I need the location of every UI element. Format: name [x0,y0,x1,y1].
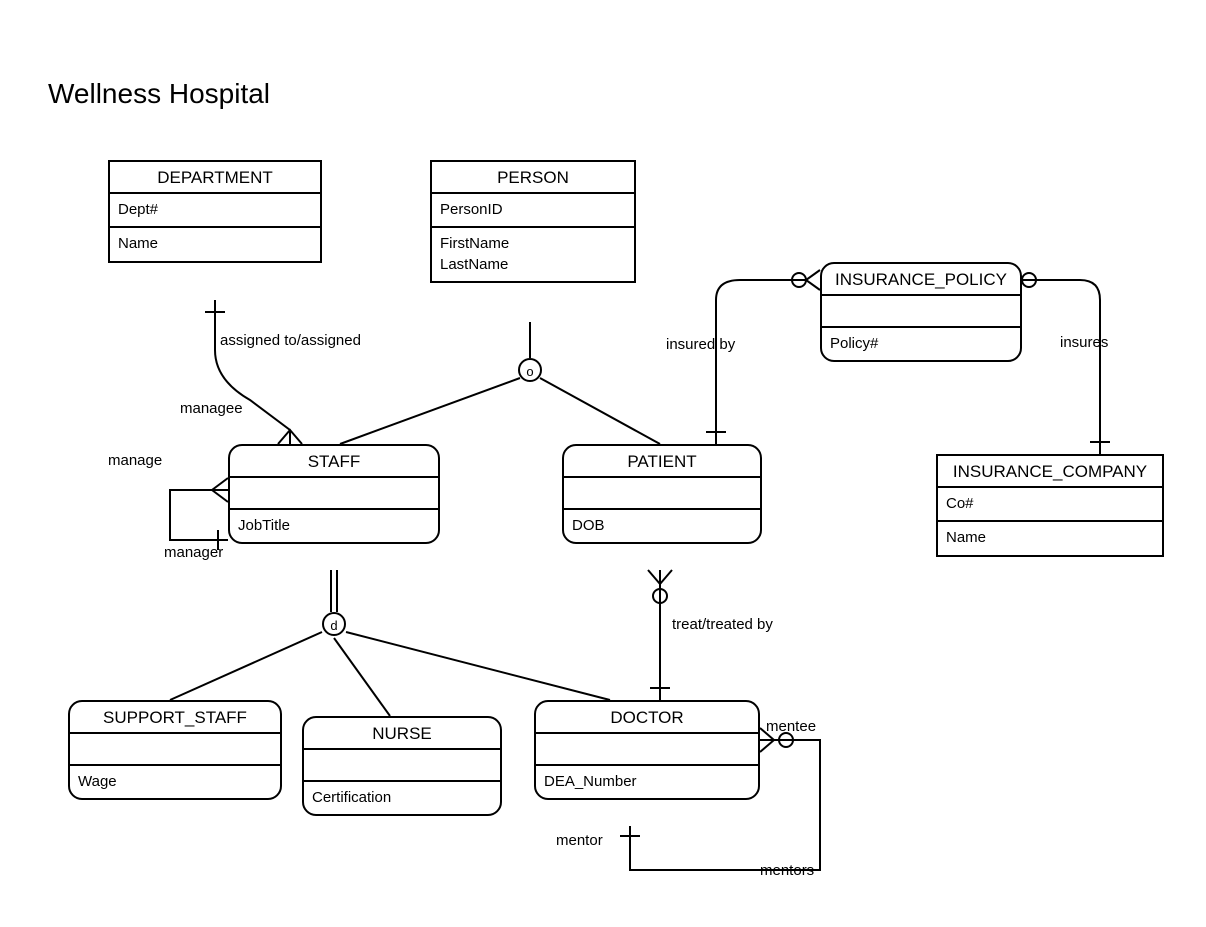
entity-attrs: Certification [304,782,500,814]
rel-label-managee: managee [180,400,243,417]
rel-label-assigned: assigned to/assigned [220,332,361,349]
entity-name: PERSON [432,162,634,194]
diagram-title: Wellness Hospital [48,78,270,110]
entity-name: STAFF [230,446,438,478]
entity-department: DEPARTMENT Dept# Name [108,160,322,263]
entity-key-attrs [304,750,500,782]
spec-circle-o: o [518,358,542,382]
entity-name: NURSE [304,718,500,750]
entity-attrs: DOB [564,510,760,542]
rel-label-manager: manager [164,544,223,561]
entity-name: DEPARTMENT [110,162,320,194]
entity-attrs: JobTitle [230,510,438,542]
entity-person: PERSON PersonID FirstName LastName [430,160,636,283]
entity-attrs: Name [110,228,320,260]
entity-key-attrs [822,296,1020,328]
spec-circle-d: d [322,612,346,636]
entity-attrs: Name [938,522,1162,554]
entity-name: INSURANCE_POLICY [822,264,1020,296]
entity-nurse: NURSE Certification [302,716,502,816]
entity-insurance-policy: INSURANCE_POLICY Policy# [820,262,1022,362]
rel-label-treat: treat/treated by [672,616,773,633]
entity-key-attrs [70,734,280,766]
diagram-canvas: Wellness Hospital [0,0,1206,927]
rel-label-insured-by: insured by [666,336,735,353]
entity-attrs: Policy# [822,328,1020,360]
entity-staff: STAFF JobTitle [228,444,440,544]
rel-label-mentee: mentee [766,718,816,735]
entity-support-staff: SUPPORT_STAFF Wage [68,700,282,800]
rel-label-mentor: mentor [556,832,603,849]
entity-attrs: FirstName LastName [432,228,634,281]
entity-name: DOCTOR [536,702,758,734]
entity-attrs: Wage [70,766,280,798]
entity-patient: PATIENT DOB [562,444,762,544]
entity-attrs: DEA_Number [536,766,758,798]
rel-label-manage: manage [108,452,162,469]
rel-label-mentors: mentors [760,862,814,879]
rel-label-insures: insures [1060,334,1108,351]
entity-key-attrs [536,734,758,766]
entity-name: INSURANCE_COMPANY [938,456,1162,488]
entity-doctor: DOCTOR DEA_Number [534,700,760,800]
entity-key-attrs [230,478,438,510]
entity-name: SUPPORT_STAFF [70,702,280,734]
entity-key-attrs [564,478,760,510]
entity-key-attrs: PersonID [432,194,634,228]
entity-key-attrs: Dept# [110,194,320,228]
entity-key-attrs: Co# [938,488,1162,522]
entity-insurance-company: INSURANCE_COMPANY Co# Name [936,454,1164,557]
entity-name: PATIENT [564,446,760,478]
